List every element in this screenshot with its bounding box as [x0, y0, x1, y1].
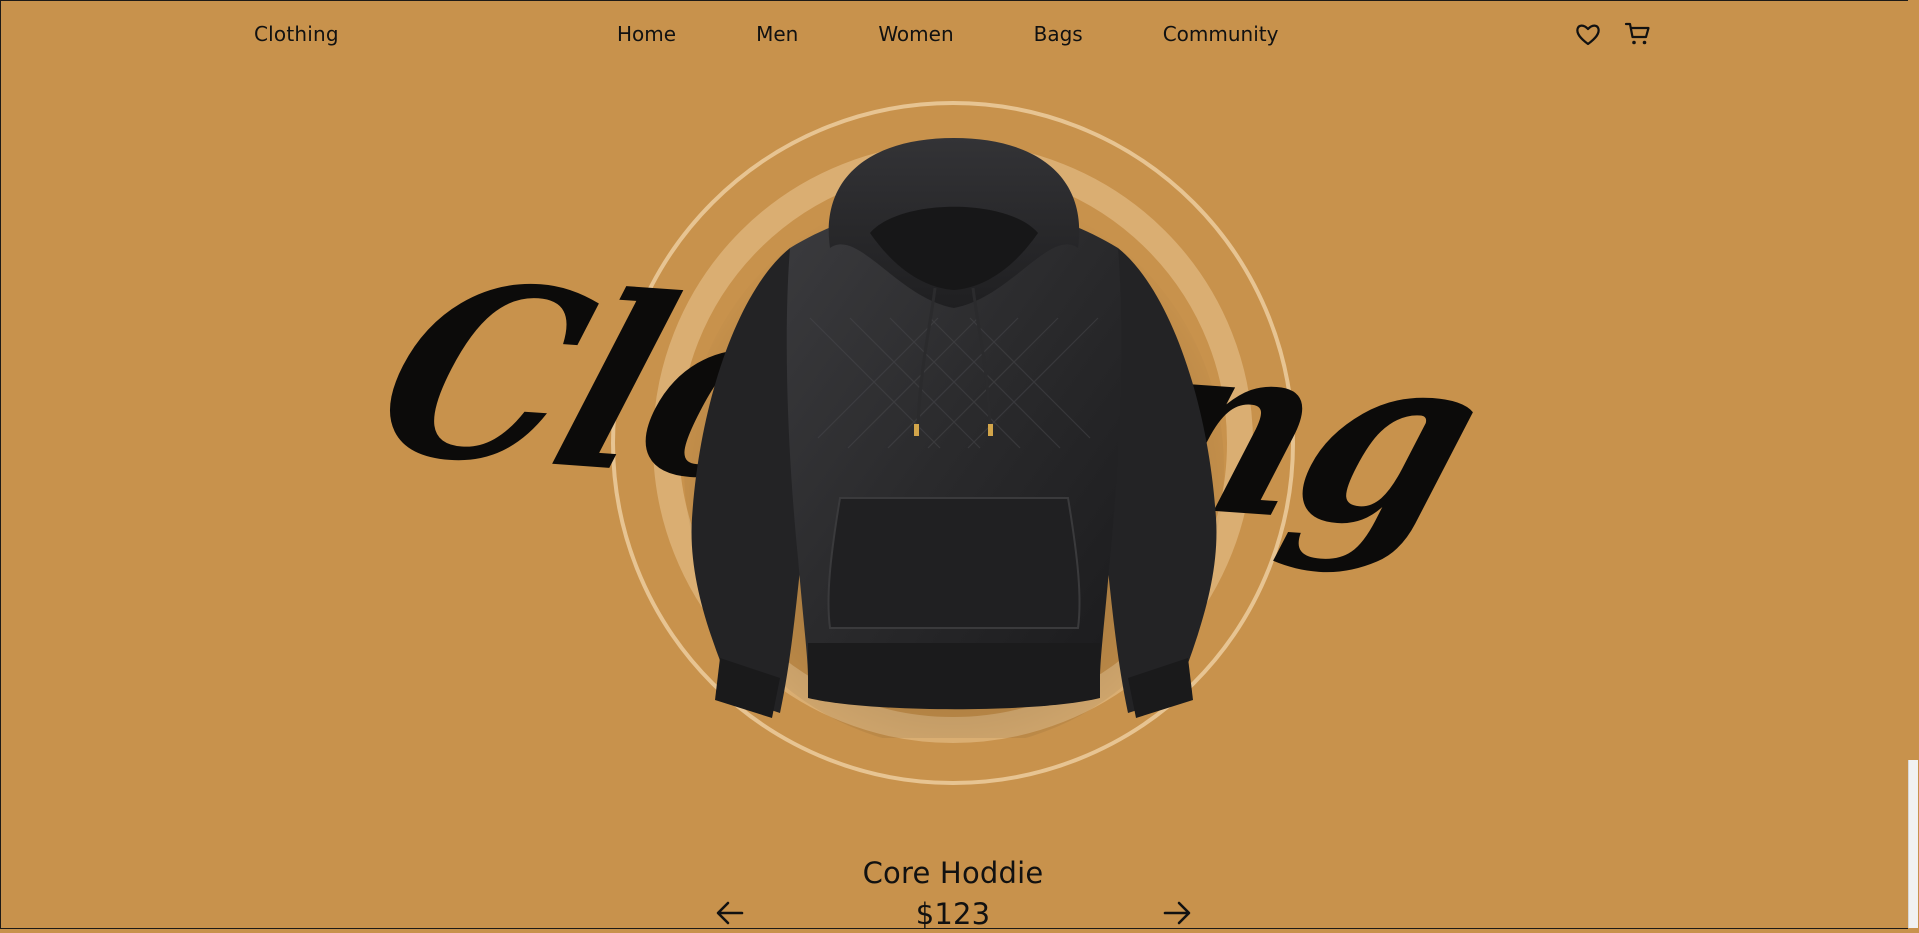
cart-icon[interactable] — [1624, 20, 1652, 48]
nav-icons — [1574, 20, 1652, 48]
main-menu: Home Men Women Bags Community — [617, 22, 1278, 46]
scrollbar-thumb[interactable] — [1908, 760, 1918, 928]
nav-link-men[interactable]: Men — [756, 22, 798, 46]
brand-logo[interactable]: Clothing — [254, 22, 339, 46]
arrow-right-icon[interactable] — [1161, 897, 1193, 929]
nav-link-home[interactable]: Home — [617, 22, 676, 46]
nav-link-bags[interactable]: Bags — [1034, 22, 1083, 46]
product-price: $123 — [915, 897, 991, 931]
heart-icon[interactable] — [1574, 20, 1602, 48]
scrollbar-track[interactable] — [1908, 0, 1919, 929]
hoodie-image — [684, 138, 1224, 738]
navbar: Clothing Home Men Women Bags Community — [0, 0, 1919, 72]
nav-link-women[interactable]: Women — [878, 22, 953, 46]
product-name: Core Hoddie — [862, 856, 1044, 890]
nav-link-community[interactable]: Community — [1163, 22, 1279, 46]
